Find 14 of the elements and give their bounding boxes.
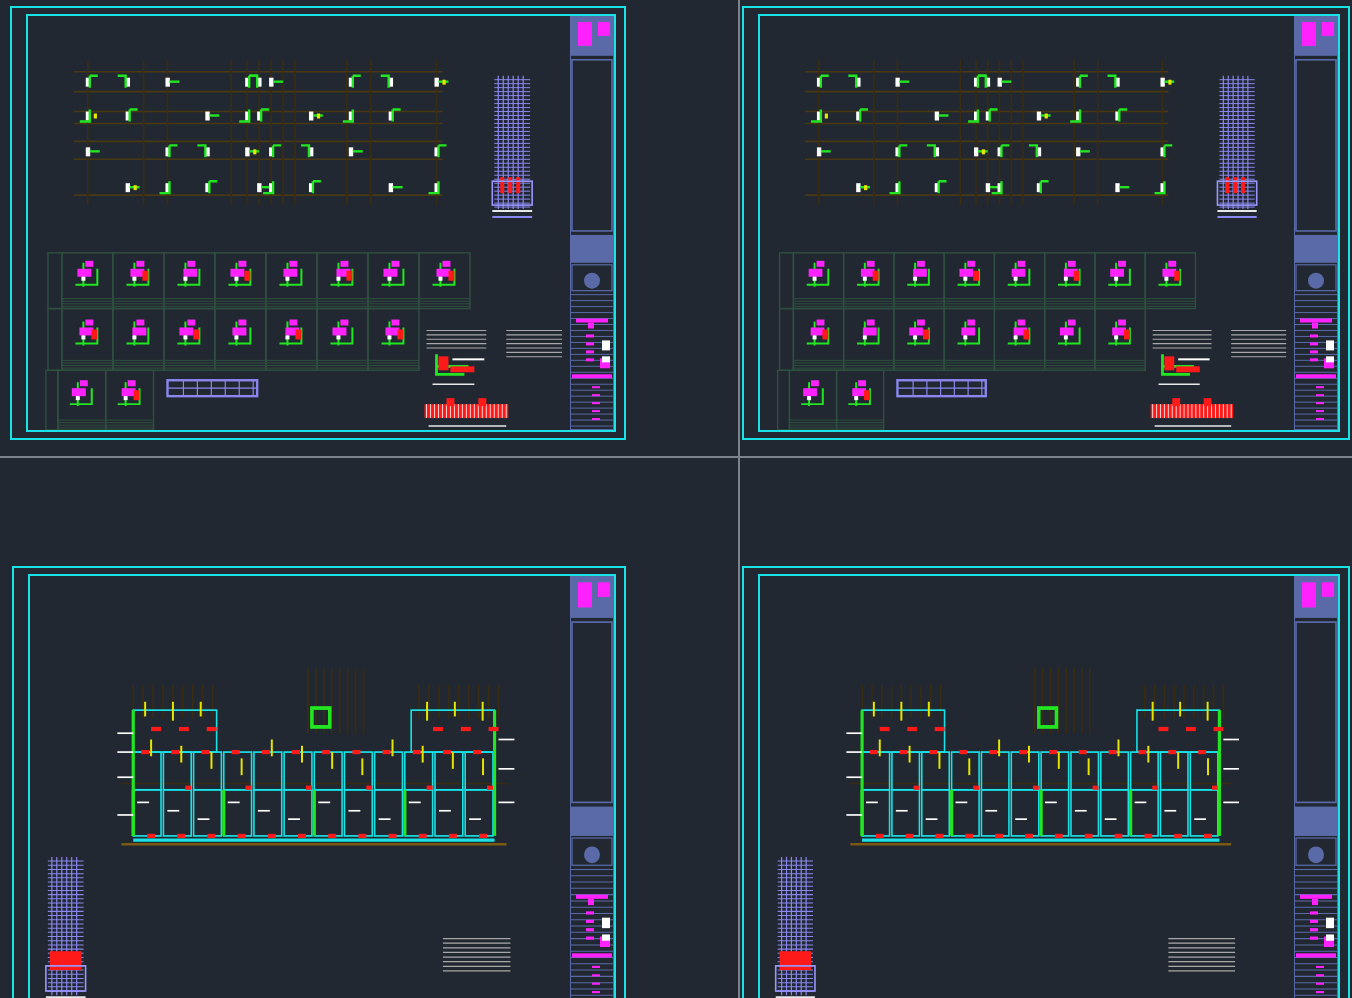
note-lines-drawing: [505, 329, 563, 358]
schedule-table-drawing: [896, 379, 987, 398]
building-elevation-drawing: [45, 856, 87, 998]
note-lines-drawing: [425, 329, 487, 349]
note-lines-drawing: [1152, 329, 1213, 349]
note-lines-drawing: [442, 938, 512, 972]
note-lines-drawing: [1167, 938, 1236, 972]
section-detail-drawing: [1150, 353, 1234, 427]
section-detail-drawing: [424, 352, 509, 427]
note-lines-drawing: [1230, 329, 1287, 358]
building-elevation-drawing: [491, 75, 534, 219]
building-elevation-drawing: [1216, 75, 1258, 218]
schedule-table-drawing: [166, 379, 259, 398]
building-elevation-drawing: [774, 856, 816, 998]
